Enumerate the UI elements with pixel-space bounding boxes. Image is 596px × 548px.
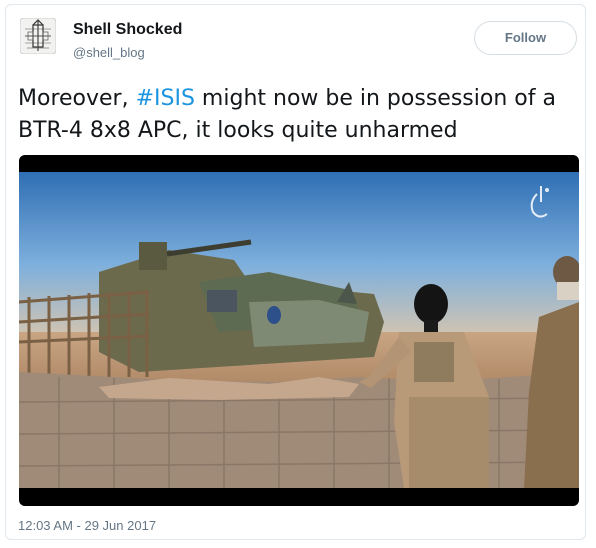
- tweet-text-part: Moreover,: [18, 86, 136, 111]
- follow-button[interactable]: Follow: [474, 21, 577, 55]
- display-name[interactable]: Shell Shocked: [73, 21, 182, 39]
- rocket-sketch-avatar-icon: [19, 17, 57, 55]
- media-video-still: [19, 172, 579, 488]
- user-handle[interactable]: @shell_blog: [73, 45, 145, 60]
- tweet-media[interactable]: [19, 155, 579, 506]
- hashtag-link[interactable]: #ISIS: [136, 86, 195, 111]
- tweet-text: Moreover, #ISIS might now be in possessi…: [18, 83, 578, 147]
- barrier-wall: [19, 372, 579, 488]
- tweet-card: Shell Shocked @shell_blog Follow Moreove…: [5, 4, 586, 540]
- avatar[interactable]: [19, 17, 57, 55]
- tweet-timestamp[interactable]: 12:03 AM - 29 Jun 2017: [18, 518, 156, 533]
